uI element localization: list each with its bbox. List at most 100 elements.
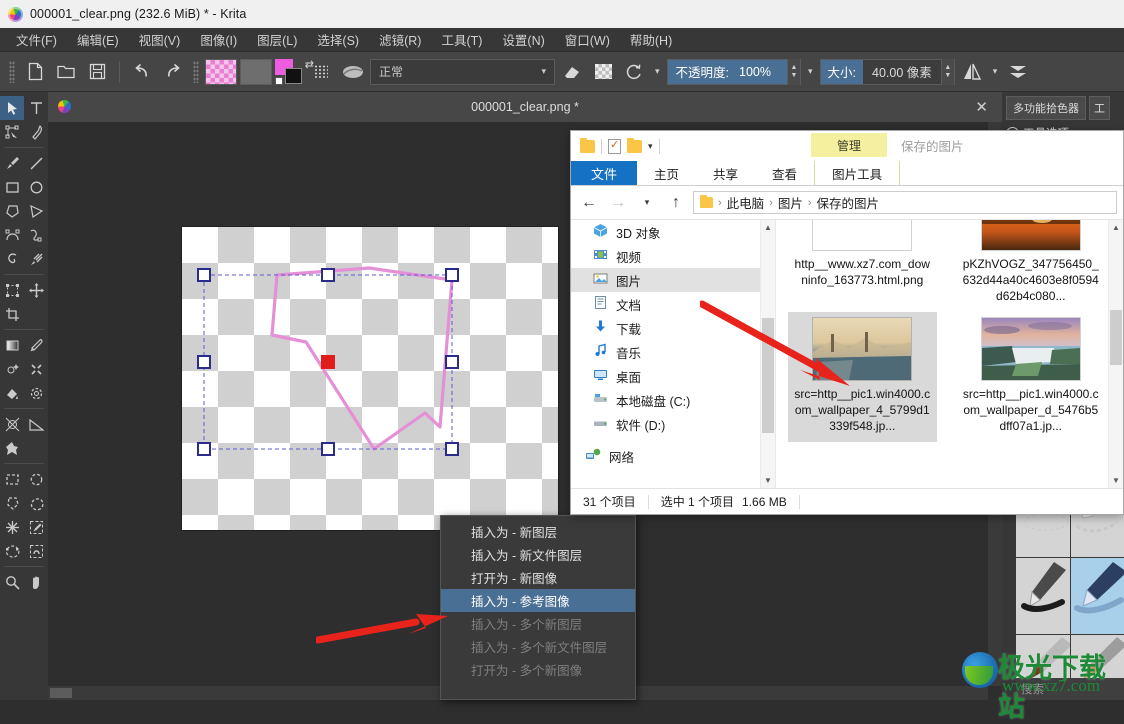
tool-reference-images[interactable] <box>0 436 24 460</box>
tab-view[interactable]: 查看 <box>755 161 814 185</box>
reload-preset-icon[interactable] <box>620 58 648 86</box>
tool-polyline[interactable] <box>24 199 48 223</box>
folder-icon[interactable] <box>580 140 595 153</box>
list-item[interactable]: pKZhVOGZ_347756450_632d44a40c4603e8f0594… <box>957 220 1106 312</box>
tool-magnetic-selection[interactable] <box>24 539 48 563</box>
open-folder-icon[interactable] <box>52 58 80 86</box>
save-icon[interactable] <box>83 58 111 86</box>
scroll-up-icon[interactable]: ▲ <box>761 220 775 235</box>
tool-measure[interactable] <box>24 412 48 436</box>
alpha-lock-icon[interactable] <box>589 58 617 86</box>
properties-checkbox-icon[interactable] <box>608 139 621 154</box>
tool-edit-shapes[interactable] <box>0 120 24 144</box>
breadcrumb-this-pc[interactable]: 此电脑 <box>727 193 765 212</box>
menu-insert-as-reference-image[interactable]: 插入为 - 参考图像 <box>441 589 635 612</box>
new-document-icon[interactable] <box>21 58 49 86</box>
opacity-options-caret-icon[interactable]: ▾ <box>804 66 817 77</box>
mirror-h-caret-icon[interactable]: ▾ <box>989 66 1002 77</box>
tool-polygonal-selection[interactable] <box>0 491 24 515</box>
tool-transform[interactable] <box>0 278 24 302</box>
mirror-vertical-icon[interactable] <box>1004 58 1032 86</box>
sidebar-item-downloads[interactable]: 下载 <box>571 316 775 340</box>
menu-filter[interactable]: 滤镜(R) <box>369 27 431 52</box>
up-arrow-icon[interactable]: ↑ <box>664 191 688 215</box>
tool-freehand-selection[interactable] <box>24 491 48 515</box>
chevron-down-icon[interactable]: ▾ <box>648 141 653 152</box>
menu-layer[interactable]: 图层(L) <box>247 27 307 52</box>
tool-gradient[interactable] <box>0 333 24 357</box>
tool-text[interactable] <box>24 96 48 120</box>
file-list-pane[interactable]: http__www.xz7.com_downinfo_163773.html.p… <box>776 220 1123 488</box>
tab-home[interactable]: 主页 <box>637 161 696 185</box>
blend-mode-select[interactable]: 正常 ▾ <box>370 59 555 85</box>
sidebar-item-videos[interactable]: 视频 <box>571 244 775 268</box>
ribbon-tab-bar[interactable]: 文件 主页 共享 查看 图片工具 <box>571 161 1123 186</box>
menu-help[interactable]: 帮助(H) <box>620 27 682 52</box>
scroll-up-icon[interactable]: ▲ <box>1109 220 1123 235</box>
tool-bezier-selection[interactable] <box>0 539 24 563</box>
redo-icon[interactable] <box>159 58 187 86</box>
tool-elliptical-selection[interactable] <box>24 467 48 491</box>
new-folder-icon[interactable] <box>627 140 642 153</box>
tool-move[interactable] <box>24 278 48 302</box>
eraser-options-caret-icon[interactable]: ▾ <box>651 66 664 77</box>
tool-freehand-path[interactable] <box>24 223 48 247</box>
list-item[interactable]: http__www.xz7.com_downinfo_163773.html.p… <box>788 220 937 312</box>
document-tab[interactable]: 000001_clear.png * ✕ <box>48 92 1002 122</box>
menu-insert-as-new-file-layer[interactable]: 插入为 - 新文件图层 <box>441 543 635 566</box>
preset-search-input[interactable]: 搜索 <box>1016 678 1124 700</box>
scroll-down-icon[interactable]: ▼ <box>761 473 775 488</box>
tool-smart-patch[interactable] <box>24 357 48 381</box>
foreground-background-color-icon[interactable]: ⇄ <box>275 59 305 85</box>
sidebar-item-music[interactable]: 音乐 <box>571 340 775 364</box>
breadcrumb-saved-pictures[interactable]: 保存的图片 <box>817 193 880 212</box>
list-item[interactable]: src=http__pic1.win4000.com_wallpaper_d_5… <box>957 312 1106 442</box>
sidebar-item-local-disk-c[interactable]: 本地磁盘 (C:) <box>571 388 775 412</box>
tool-similar-color-selection[interactable] <box>24 515 48 539</box>
tool-bezier-curve[interactable] <box>0 223 24 247</box>
sidebar-item-desktop[interactable]: 桌面 <box>571 364 775 388</box>
toolbar-grip-2[interactable] <box>193 61 199 83</box>
menu-insert-as-new-layer[interactable]: 插入为 - 新图层 <box>441 520 635 543</box>
tool-line[interactable] <box>24 151 48 175</box>
tool-color-sampler[interactable] <box>24 333 48 357</box>
preset-ink-pen[interactable] <box>1016 558 1070 635</box>
sidebar-item-documents[interactable]: 文档 <box>571 292 775 316</box>
menu-image[interactable]: 图像(I) <box>190 27 247 52</box>
menu-settings[interactable]: 设置(N) <box>492 27 554 52</box>
tool-rectangular-selection[interactable] <box>0 467 24 491</box>
preset-ink-tilt[interactable] <box>1071 558 1124 635</box>
tool-enclose-and-fill[interactable] <box>24 381 48 405</box>
menu-window[interactable]: 窗口(W) <box>555 27 620 52</box>
tab-share[interactable]: 共享 <box>696 161 755 185</box>
opacity-slider[interactable]: 不透明度: 100% ▲▼ <box>667 59 801 85</box>
tool-contiguous-selection[interactable] <box>0 515 24 539</box>
sidebar-item-network[interactable]: 网络 <box>571 444 775 468</box>
scroll-down-icon[interactable]: ▼ <box>1109 473 1123 488</box>
breadcrumb[interactable]: › 此电脑 › 图片 › 保存的图片 <box>693 191 1117 214</box>
brush-preset-icon[interactable] <box>339 58 367 86</box>
tool-select-shapes[interactable] <box>0 96 24 120</box>
list-item[interactable]: src=http__pic1.win4000.com_wallpaper_4_5… <box>788 312 937 442</box>
menu-view[interactable]: 视图(V) <box>129 27 191 52</box>
tool-pan[interactable] <box>24 570 48 594</box>
sidebar-item-pictures[interactable]: 图片 <box>571 268 775 292</box>
canvas-artboard[interactable] <box>182 227 558 530</box>
tool-assistant[interactable] <box>0 412 24 436</box>
tool-polygon[interactable] <box>0 199 24 223</box>
pattern-swatch-icon[interactable] <box>205 59 237 85</box>
menu-tools[interactable]: 工具(T) <box>431 27 492 52</box>
brush-preset-grid[interactable] <box>1016 492 1124 700</box>
tool-colorize-mask[interactable] <box>0 357 24 381</box>
file-list-scrollbar[interactable]: ▲ ▼ <box>1108 220 1123 488</box>
menu-select[interactable]: 选择(S) <box>307 27 369 52</box>
size-slider[interactable]: 大小: 40.00 像素 ▲▼ <box>820 59 955 85</box>
swap-colors-icon[interactable]: ⇄ <box>305 58 314 71</box>
menu-edit[interactable]: 编辑(E) <box>67 27 129 52</box>
forward-arrow-icon[interactable]: → <box>606 191 630 215</box>
sidebar-item-disk-d[interactable]: 软件 (D:) <box>571 412 775 436</box>
navigation-pane[interactable]: 3D 对象 视频 图片 文档 <box>571 220 776 488</box>
tool-rectangle[interactable] <box>0 175 24 199</box>
tab-picture-tools[interactable]: 图片工具 <box>814 161 900 185</box>
tool-docker-button[interactable]: 工 <box>1089 96 1110 120</box>
